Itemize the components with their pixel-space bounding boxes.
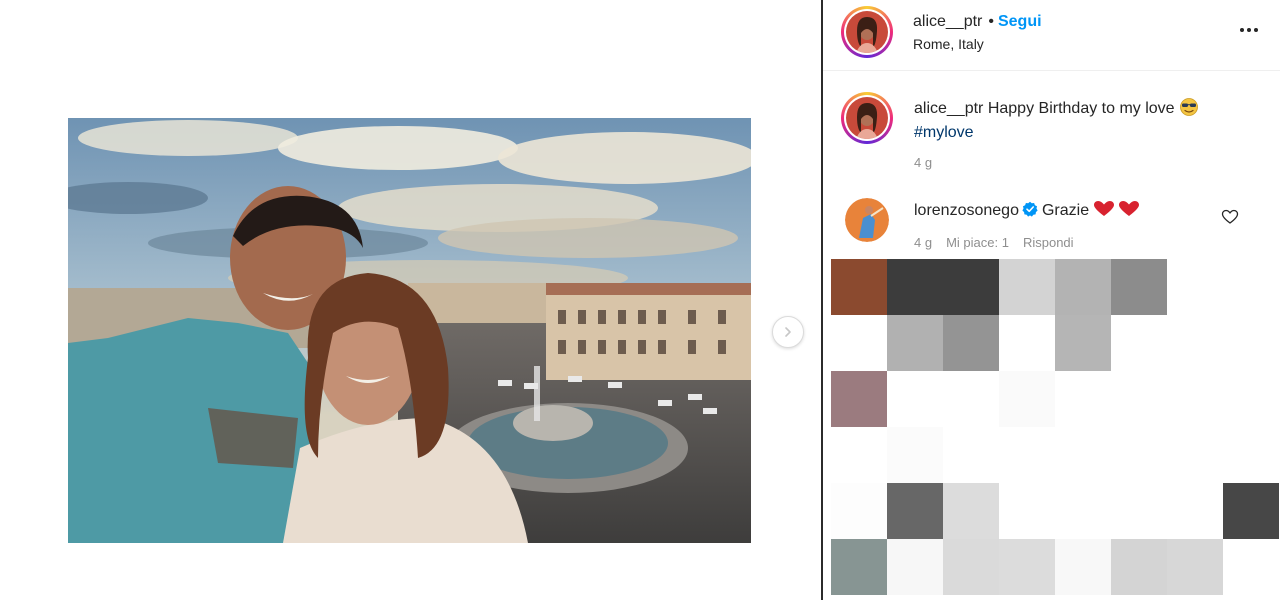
mosaic-cell: [999, 315, 1055, 371]
mosaic-cell: [831, 371, 887, 427]
post-side-panel: alice__ptr • Segui Rome, Italy alice__ptr …: [823, 0, 1280, 600]
caption-avatar[interactable]: [841, 92, 893, 144]
mosaic-cell: [1223, 539, 1279, 595]
caption-username[interactable]: alice__ptr: [914, 100, 983, 117]
mosaic-cell: [887, 539, 943, 595]
mosaic-cell: [887, 371, 943, 427]
mosaic-cell: [1167, 427, 1223, 483]
mosaic-cell: [1111, 539, 1167, 595]
mosaic-cell: [831, 483, 887, 539]
mosaic-cell: [999, 427, 1055, 483]
mosaic-cell: [887, 427, 943, 483]
mosaic-cell: [943, 427, 999, 483]
follow-button[interactable]: Segui: [998, 13, 1042, 30]
mosaic-cell: [1111, 427, 1167, 483]
commenter-username[interactable]: lorenzosonego: [914, 202, 1019, 219]
mosaic-cell: [943, 483, 999, 539]
separator-dot: •: [988, 13, 994, 30]
mosaic-cell: [831, 427, 887, 483]
caption-timestamp[interactable]: 4 g: [914, 155, 932, 170]
reply-button[interactable]: Rispondi: [1023, 235, 1074, 250]
author-avatar-image: [846, 11, 888, 53]
mosaic-cell: [999, 539, 1055, 595]
more-dot-icon: [1247, 28, 1251, 32]
post-media-area: [0, 0, 821, 600]
chevron-right-icon: [785, 327, 791, 337]
comment-item: lorenzosonego Grazie 4 g Mi piace: 1 Rispo…: [823, 196, 1280, 256]
mosaic-cell: [1223, 371, 1279, 427]
mosaic-cell: [1055, 315, 1111, 371]
mosaic-cell: [1223, 259, 1279, 315]
more-dot-icon: [1254, 28, 1258, 32]
mosaic-cell: [1055, 483, 1111, 539]
mosaic-cell: [1111, 483, 1167, 539]
comment-body: Grazie: [1041, 202, 1090, 219]
mosaic-cell: [1167, 483, 1223, 539]
pixelated-comments-area: [831, 259, 1280, 600]
mosaic-cell: [831, 259, 887, 315]
caption-text: alice__ptr Happy Birthday to my love #my…: [914, 98, 1224, 143]
comment-meta: 4 g Mi piace: 1 Rispondi: [914, 235, 1088, 250]
mosaic-cell: [1055, 539, 1111, 595]
like-comment-heart-icon[interactable]: [1221, 208, 1239, 226]
mosaic-cell: [1111, 315, 1167, 371]
mosaic-cell: [1223, 427, 1279, 483]
mosaic-cell: [1055, 427, 1111, 483]
mosaic-cell: [887, 259, 943, 315]
author-avatar[interactable]: [841, 6, 893, 58]
next-photo-button[interactable]: [772, 316, 804, 348]
post-location[interactable]: Rome, Italy: [913, 36, 984, 52]
mosaic-cell: [943, 371, 999, 427]
mosaic-cell: [887, 315, 943, 371]
more-dot-icon: [1240, 28, 1244, 32]
mosaic-cell: [999, 259, 1055, 315]
mosaic-cell: [1055, 259, 1111, 315]
author-username[interactable]: alice__ptr: [913, 13, 982, 30]
mosaic-cell: [1223, 483, 1279, 539]
mosaic-cell: [1167, 259, 1223, 315]
commenter-avatar[interactable]: [845, 198, 889, 242]
post-photo-image: [68, 118, 751, 543]
mosaic-cell: [1167, 371, 1223, 427]
mosaic-cell: [1111, 371, 1167, 427]
mosaic-cell: [943, 259, 999, 315]
red-heart-emoji-icon: [1093, 200, 1141, 223]
mosaic-cell: [1055, 371, 1111, 427]
mosaic-cell: [999, 483, 1055, 539]
post-photo[interactable]: [68, 118, 751, 543]
mosaic-cell: [887, 483, 943, 539]
comment-likes[interactable]: Mi piace: 1: [946, 235, 1009, 250]
more-options-button[interactable]: [1237, 18, 1261, 42]
mosaic-cell: [1167, 315, 1223, 371]
mosaic-cell: [1167, 539, 1223, 595]
comment-timestamp[interactable]: 4 g: [914, 235, 932, 250]
verified-badge-icon: [1022, 201, 1038, 217]
commenter-avatar-image: [845, 198, 889, 242]
mosaic-cell: [943, 539, 999, 595]
mosaic-cell: [999, 371, 1055, 427]
mosaic-cell: [1111, 259, 1167, 315]
caption-hashtag[interactable]: #mylove: [914, 124, 974, 141]
mosaic-cell: [943, 315, 999, 371]
caption-body: Happy Birthday to my love: [987, 100, 1175, 117]
mosaic-cell: [831, 539, 887, 595]
author-line: alice__ptr • Segui: [913, 13, 1042, 31]
smiling-face-with-sunglasses-icon: [1179, 98, 1199, 122]
post-header: alice__ptr • Segui Rome, Italy: [823, 0, 1280, 71]
mosaic-cell: [831, 315, 887, 371]
caption-avatar-image: [846, 97, 888, 139]
comment-line: lorenzosonego Grazie: [914, 200, 1141, 223]
mosaic-cell: [1223, 315, 1279, 371]
